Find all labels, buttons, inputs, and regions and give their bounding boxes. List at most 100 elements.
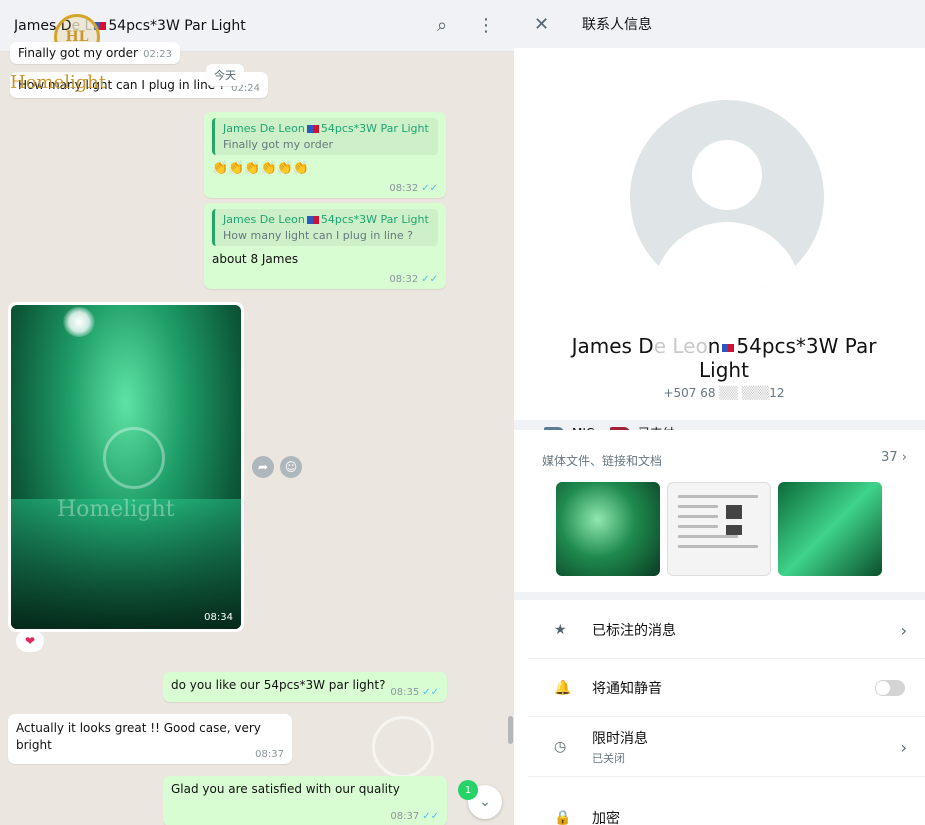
quoted-sender-name: James De Leon	[223, 213, 305, 226]
message-meta: 02:23	[143, 49, 172, 60]
bell-icon: 🔔	[554, 680, 572, 696]
forward-icon[interactable]: ➦	[252, 456, 274, 478]
option-mute[interactable]: 🔔 将通知静音	[514, 660, 925, 716]
contact-name-prefix: James D	[571, 334, 654, 358]
quoted-sender-name: James De Leon	[223, 122, 305, 135]
divider	[528, 716, 925, 717]
option-text: 限时消息 已关闭	[584, 728, 648, 766]
contact-phone-tail: 12	[769, 386, 785, 400]
menu-dots-icon[interactable]: ⋮	[472, 12, 500, 40]
divider	[528, 658, 925, 659]
option-encryption[interactable]: 🔒 加密	[514, 790, 925, 825]
divider	[528, 776, 925, 777]
option-disappearing[interactable]: ◷ 限时消息 已关闭 ›	[514, 718, 925, 776]
read-ticks-icon: ✓✓	[422, 687, 439, 698]
profile-section: James De Leon 54pcs*3W Par Light +507 68 …	[514, 48, 925, 440]
message-time: 08:32	[389, 183, 419, 194]
chat-panel: James De L 54pcs*3W Par Light ⌕ ⋮ HL Fina…	[0, 0, 514, 825]
message-text: Actually it looks great !! Good case, ve…	[16, 721, 261, 752]
document-line	[678, 545, 758, 548]
message-time: 08:37	[255, 749, 284, 760]
message-outgoing[interactable]: James De Leon 54pcs*3W Par Light How many…	[204, 203, 446, 289]
panama-flag-icon	[306, 125, 319, 133]
option-sublabel: 已关闭	[592, 752, 625, 765]
close-icon[interactable]: ✕	[534, 14, 558, 35]
panama-flag-icon	[306, 216, 319, 224]
quoted-text: Finally got my order	[223, 138, 333, 151]
message-outgoing[interactable]: do you like our 54pcs*3W par light? 08:3…	[163, 672, 447, 702]
chat-scrollbar[interactable]	[508, 716, 513, 744]
media-thumbnail[interactable]	[556, 482, 660, 576]
contact-name-masked: e Leo	[653, 334, 708, 358]
message-text: do you like our 54pcs*3W par light?	[171, 678, 386, 692]
message-meta: 08:37 ✓✓	[390, 811, 439, 822]
message-incoming[interactable]: Actually it looks great !! Good case, ve…	[8, 714, 292, 764]
watermark-logo	[372, 716, 434, 778]
media-count-number: 37	[881, 450, 898, 465]
lock-icon: 🔒	[554, 810, 572, 825]
quoted-sender: James De Leon 54pcs*3W Par Light	[223, 213, 430, 226]
message-outgoing[interactable]: James De Leon 54pcs*3W Par Light Finally …	[204, 112, 446, 198]
document-line	[678, 525, 718, 528]
contact-name-rest: 54pcs*3W Par Light	[699, 334, 877, 382]
quoted-sender-suffix: 54pcs*3W Par Light	[320, 213, 429, 226]
chevron-right-icon: ›	[901, 450, 907, 465]
chevron-right-icon: ›	[900, 737, 907, 757]
media-section[interactable]: 媒体文件、链接和文档 37 ›	[514, 430, 925, 592]
option-label: 将通知静音	[592, 681, 662, 697]
contact-info-title: 联系人信息	[582, 17, 652, 33]
contact-info-panel: ✕ 联系人信息 James De Leon 54pcs*3W Par Light …	[514, 0, 925, 825]
avatar-body-shape	[652, 222, 802, 294]
quoted-message[interactable]: James De Leon 54pcs*3W Par Light Finally …	[212, 118, 438, 155]
timer-icon: ◷	[554, 739, 567, 755]
quoted-message[interactable]: James De Leon 54pcs*3W Par Light How many…	[212, 209, 438, 246]
option-label: 加密	[592, 811, 620, 825]
day-divider: 今天	[206, 64, 244, 86]
photo-image[interactable]: Homelight 08:34	[11, 305, 241, 629]
photo-message[interactable]: Homelight 08:34	[8, 302, 244, 632]
contact-name: James De Leon 54pcs*3W Par Light	[544, 334, 904, 382]
document-line	[678, 515, 718, 518]
panama-flag-icon	[722, 343, 735, 352]
media-count[interactable]: 37 ›	[881, 450, 907, 465]
media-thumbnail[interactable]	[778, 482, 882, 576]
search-icon[interactable]: ⌕	[428, 12, 456, 40]
quoted-text: How many light can I plug in line ?	[223, 229, 414, 242]
quoted-sender-suffix: 54pcs*3W Par Light	[320, 122, 429, 135]
message-text: 👏👏👏👏👏👏	[212, 161, 310, 176]
read-ticks-icon: ✓✓	[421, 183, 438, 194]
message-outgoing[interactable]: Glad you are satisfied with our quality …	[163, 776, 447, 825]
chat-title-suffix: 54pcs*3W Par Light	[108, 17, 246, 34]
watermark-text: Homelight	[57, 497, 175, 522]
brand-watermark-text: Homelight	[10, 72, 107, 93]
quoted-sender: James De Leon 54pcs*3W Par Light	[223, 122, 430, 135]
mute-toggle[interactable]	[875, 680, 905, 696]
chevron-right-icon: ›	[900, 620, 907, 640]
contact-info-header: ✕ 联系人信息	[514, 0, 925, 48]
message-time: 08:32	[389, 274, 419, 285]
message-text: about 8 James	[212, 252, 299, 266]
option-label: 限时消息	[592, 731, 648, 747]
message-text: Glad you are satisfied with our quality	[171, 782, 400, 796]
read-ticks-icon: ✓✓	[421, 274, 438, 285]
chevron-down-icon: ⌄	[479, 794, 491, 810]
message-text: Finally got my order	[18, 46, 138, 60]
message-incoming[interactable]: Finally got my order 02:23	[10, 42, 180, 64]
contact-name-part: n	[707, 334, 721, 358]
emoji-react-icon[interactable]: ☺	[280, 456, 302, 478]
options-list: ★ 已标注的消息 › 🔔 将通知静音 ◷ 限时消息 已关闭 › 🔒 加密	[514, 600, 925, 825]
message-meta: 08:35 ✓✓	[390, 687, 439, 698]
avatar[interactable]	[630, 100, 824, 294]
message-time: 08:37	[390, 811, 420, 822]
message-time: 02:23	[143, 49, 172, 60]
document-line	[678, 495, 758, 498]
message-meta: 08:37	[255, 749, 284, 760]
document-image	[726, 525, 742, 535]
option-starred[interactable]: ★ 已标注的消息 ›	[514, 602, 925, 658]
media-thumbnail[interactable]	[667, 482, 771, 576]
reaction-heart[interactable]: ❤	[16, 630, 44, 652]
watermark-logo	[103, 427, 165, 489]
document-image	[726, 505, 742, 519]
message-meta: 08:32 ✓✓	[389, 274, 438, 285]
read-ticks-icon: ✓✓	[422, 811, 439, 822]
